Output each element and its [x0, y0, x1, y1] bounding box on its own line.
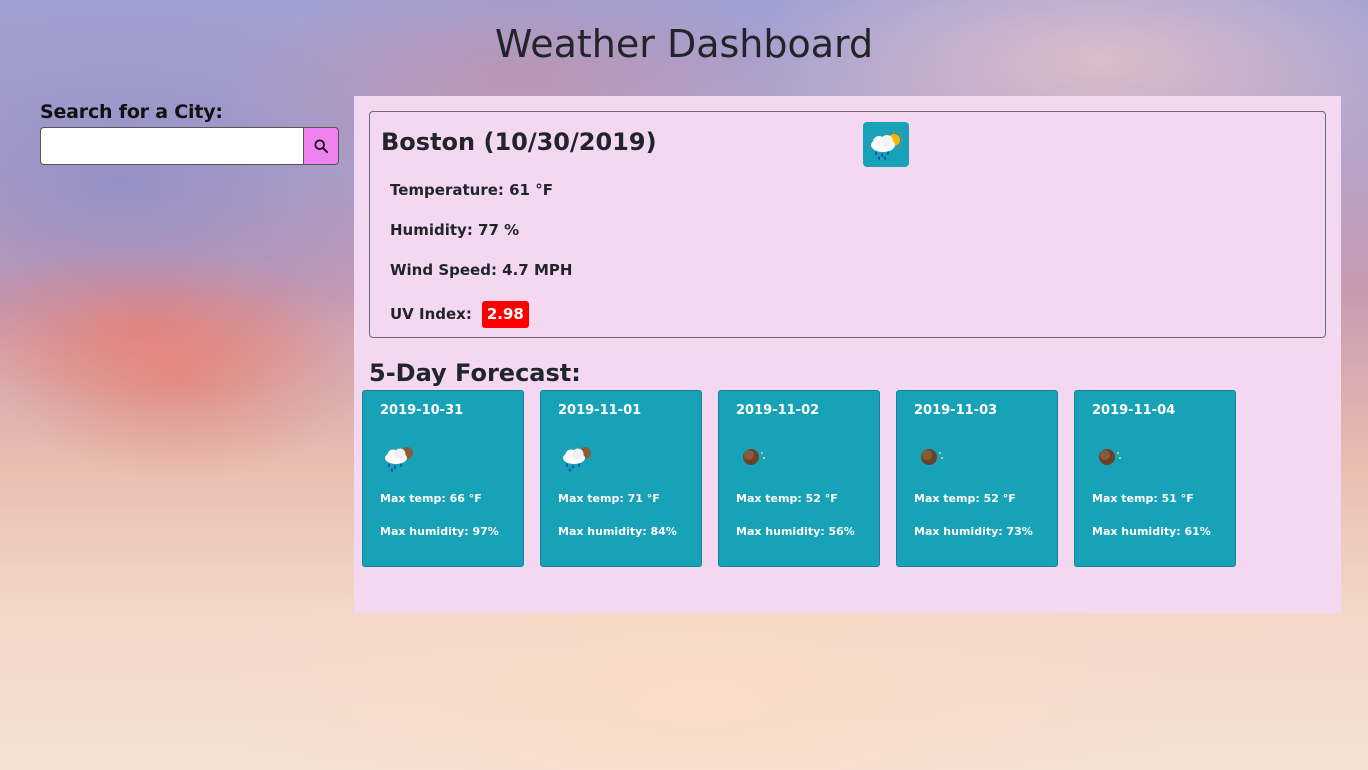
page-title: Weather Dashboard: [494, 22, 874, 66]
forecast-row: 2019-10-31 Max temp: 66 °F Max humidity:…: [362, 390, 1236, 567]
search-row: [40, 127, 339, 165]
forecast-card: 2019-11-01 Max temp: 71 °F Max humidity:…: [540, 390, 702, 567]
forecast-card: 2019-10-31 Max temp: 66 °F Max humidity:…: [362, 390, 524, 567]
forecast-max-temp: Max temp: 51 °F: [1092, 492, 1194, 505]
forecast-max-temp: Max temp: 52 °F: [736, 492, 838, 505]
search-input[interactable]: [40, 127, 303, 165]
temperature-text: Temperature: 61 °F: [390, 181, 553, 199]
forecast-card: 2019-11-04 Max temp: 51 °F Max humidity:…: [1074, 390, 1236, 567]
current-weather-card: Boston (10/30/2019) Temperature: 61 °F H…: [369, 111, 1326, 338]
clear-night-icon: [743, 449, 765, 465]
forecast-date: 2019-11-01: [558, 403, 642, 418]
clear-night-icon: [921, 449, 943, 465]
search-button[interactable]: [303, 127, 339, 165]
forecast-max-temp: Max temp: 52 °F: [914, 492, 1016, 505]
forecast-max-humidity: Max humidity: 56%: [736, 525, 855, 538]
city-title: Boston (10/30/2019): [381, 128, 657, 156]
forecast-max-humidity: Max humidity: 73%: [914, 525, 1033, 538]
rain-cloud-icon: [563, 447, 591, 472]
main-panel: Boston (10/30/2019) Temperature: 61 °F H…: [354, 96, 1341, 613]
forecast-date: 2019-11-02: [736, 403, 820, 418]
uv-index-badge: 2.98: [481, 301, 529, 328]
uv-index-row: UV Index: 2.98: [390, 301, 529, 328]
forecast-max-humidity: Max humidity: 84%: [558, 525, 677, 538]
clear-night-icon: [1099, 449, 1121, 465]
forecast-max-temp: Max temp: 71 °F: [558, 492, 660, 505]
forecast-title: 5-Day Forecast:: [369, 359, 581, 387]
forecast-card: 2019-11-03 Max temp: 52 °F Max humidity:…: [896, 390, 1058, 567]
forecast-date: 2019-11-04: [1092, 403, 1176, 418]
rain-cloud-icon: [385, 447, 413, 472]
search-label: Search for a City:: [40, 101, 223, 123]
uv-index-label: UV Index:: [390, 304, 472, 323]
forecast-date: 2019-11-03: [914, 403, 998, 418]
rain-sun-cloud-icon: [863, 122, 909, 167]
wind-speed-text: Wind Speed: 4.7 MPH: [390, 261, 573, 279]
forecast-card: 2019-11-02 Max temp: 52 °F Max humidity:…: [718, 390, 880, 567]
search-area: Search for a City:: [40, 101, 340, 165]
search-icon: [314, 139, 328, 153]
forecast-max-humidity: Max humidity: 61%: [1092, 525, 1211, 538]
forecast-date: 2019-10-31: [380, 403, 464, 418]
forecast-max-humidity: Max humidity: 97%: [380, 525, 499, 538]
humidity-text: Humidity: 77 %: [390, 221, 520, 239]
forecast-max-temp: Max temp: 66 °F: [380, 492, 482, 505]
